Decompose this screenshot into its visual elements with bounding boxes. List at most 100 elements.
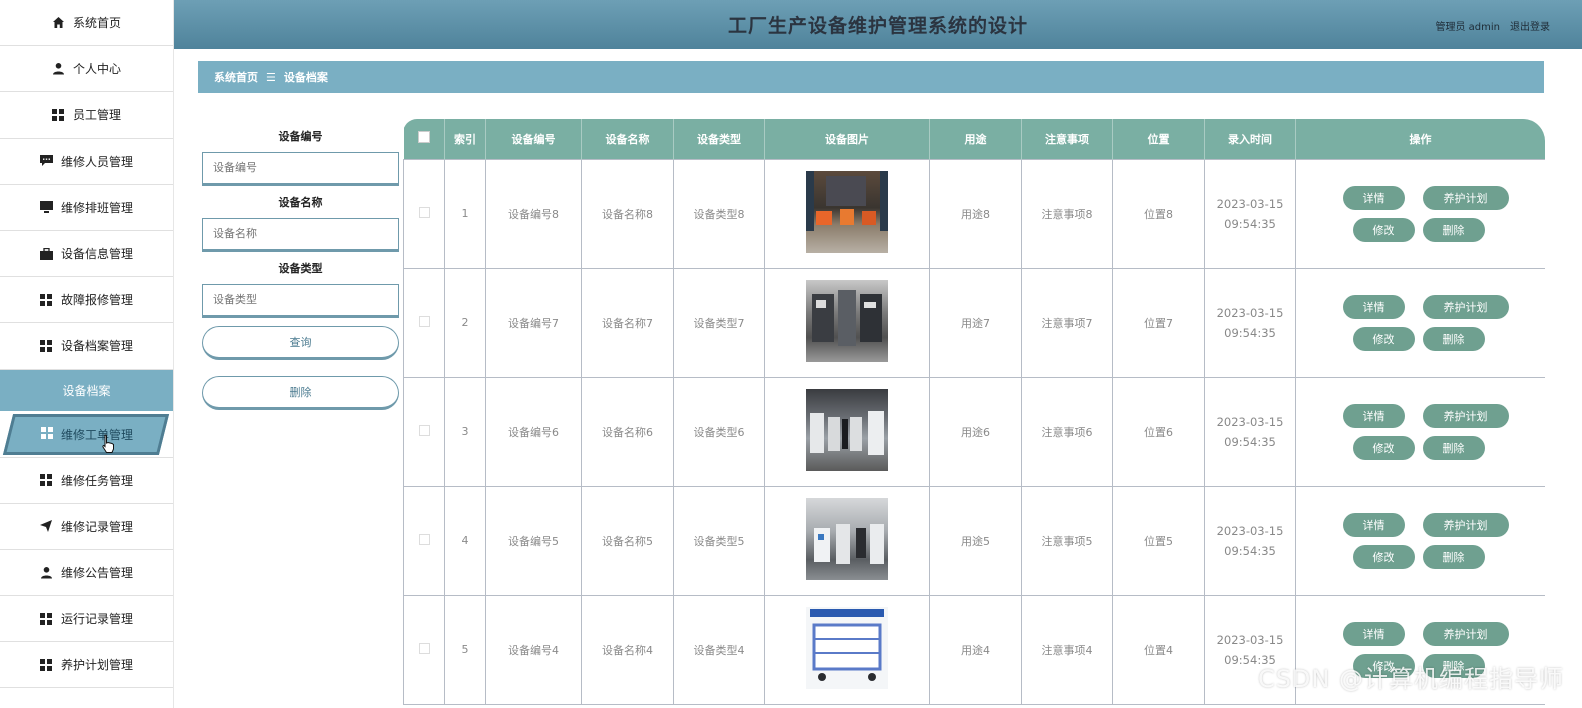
logout-link[interactable]: 退出登录 (1510, 18, 1550, 33)
delete-button[interactable]: 删除 (1422, 435, 1485, 460)
select-all-checkbox[interactable] (417, 131, 430, 144)
sidebar-subitem-label: 设备档案 (62, 383, 111, 398)
entry-date: 2023-03-15 (1216, 523, 1284, 538)
sidebar-item-staff[interactable]: 员工管理 (0, 92, 173, 139)
cell-index: 4 (444, 485, 486, 596)
search-panel: 设备编号 设备名称 设备类型 查询 删除 (202, 128, 399, 410)
col-device-image: 设备图片 (764, 119, 930, 159)
col-notes: 注意事项 (1021, 119, 1113, 159)
top-header: 工厂生产设备维护管理系统的设计 管理员 admin 退出登录 (174, 0, 1582, 49)
device-archive-table: 索引 设备编号 设备名称 设备类型 设备图片 用途 注意事项 位置 录入时间 操… (403, 119, 1545, 708)
cell-location: 位置7 (1112, 267, 1205, 378)
row-checkbox[interactable] (418, 424, 430, 436)
home-icon (52, 16, 65, 29)
detail-button[interactable]: 详情 (1342, 403, 1405, 428)
device-code-label: 设备编号 (278, 130, 323, 143)
grid-icon (40, 426, 53, 442)
user-area: 管理员 admin 退出登录 (1435, 18, 1550, 33)
row-checkbox[interactable] (418, 315, 430, 327)
col-location: 位置 (1112, 119, 1205, 159)
maintenance-plan-button[interactable]: 养护计划 (1422, 512, 1509, 537)
entry-clock: 09:54:35 (1224, 325, 1276, 340)
batch-delete-button[interactable]: 删除 (202, 376, 399, 410)
maintenance-plan-button[interactable]: 养护计划 (1422, 185, 1509, 210)
delete-button[interactable]: 删除 (1422, 326, 1485, 351)
sidebar-item-record[interactable]: 维修记录管理 (0, 504, 173, 550)
sidebar-item-repair-staff[interactable]: 维修人员管理 (0, 139, 173, 185)
row-checkbox[interactable] (418, 206, 430, 218)
col-device-type: 设备类型 (673, 119, 765, 159)
breadcrumb-home[interactable]: 系统首页 (214, 69, 258, 85)
sidebar-item-device-info[interactable]: 设备信息管理 (0, 231, 173, 278)
sidebar: 系统首页 个人中心 员工管理 维修人员管理 维修排班管理 设备信息管理 故障报修… (0, 0, 174, 708)
pointer-cursor-icon (102, 434, 114, 453)
maintenance-plan-button[interactable]: 养护计划 (1422, 403, 1509, 428)
detail-button[interactable]: 详情 (1342, 512, 1405, 537)
briefcase-icon (39, 247, 53, 260)
sidebar-item-fault[interactable]: 故障报修管理 (0, 277, 173, 324)
sidebar-item-label: 维修排班管理 (60, 200, 133, 215)
detail-button[interactable]: 详情 (1342, 294, 1405, 319)
sidebar-item-maintenance[interactable]: 养护计划管理 (0, 642, 173, 689)
edit-button[interactable]: 修改 (1352, 544, 1415, 569)
sidebar-item-home[interactable]: 系统首页 (0, 0, 173, 47)
row-checkbox[interactable] (418, 533, 430, 545)
device-code-input[interactable] (202, 152, 399, 186)
device-image-thumbnail[interactable] (806, 607, 888, 689)
entry-date: 2023-03-15 (1216, 414, 1284, 429)
device-image-thumbnail[interactable] (806, 389, 888, 471)
device-image-thumbnail[interactable] (806, 171, 888, 253)
edit-button[interactable]: 修改 (1352, 435, 1415, 460)
device-type-label: 设备类型 (278, 262, 323, 275)
maintenance-plan-button[interactable]: 养护计划 (1422, 621, 1509, 646)
device-name-input[interactable] (202, 218, 399, 252)
select-all-cell[interactable] (403, 119, 445, 159)
sidebar-subitem-archive[interactable]: 设备档案 (0, 369, 173, 411)
maintenance-plan-button[interactable]: 养护计划 (1422, 294, 1509, 319)
cell-type: 设备类型7 (673, 267, 765, 378)
cell-location: 位置4 (1112, 594, 1205, 705)
sidebar-item-task[interactable]: 维修任务管理 (0, 458, 173, 504)
edit-button[interactable]: 修改 (1352, 326, 1415, 351)
detail-button[interactable]: 详情 (1342, 621, 1405, 646)
edit-button[interactable]: 修改 (1352, 217, 1415, 242)
row-checkbox[interactable] (418, 642, 430, 654)
cell-code: 设备编号6 (485, 376, 582, 487)
cell-type: 设备类型6 (673, 376, 765, 487)
cell-notes: 注意事项5 (1021, 485, 1113, 596)
sidebar-item-label: 员工管理 (72, 108, 121, 123)
cell-use: 用途8 (929, 158, 1022, 269)
col-actions: 操作 (1295, 119, 1545, 159)
cell-code: 设备编号5 (485, 485, 582, 596)
sidebar-item-profile[interactable]: 个人中心 (0, 46, 173, 93)
sidebar-item-schedule[interactable]: 维修排班管理 (0, 185, 173, 231)
sidebar-item-label: 维修任务管理 (60, 473, 133, 488)
sidebar-item-label: 养护计划管理 (60, 658, 133, 673)
entry-date: 2023-03-15 (1216, 632, 1284, 647)
watermark: CSDN @计算机编程指导师 (1257, 665, 1564, 693)
sidebar-item-label: 维修记录管理 (60, 519, 133, 534)
cell-type: 设备类型5 (673, 485, 765, 596)
sidebar-item-device-archive[interactable]: 设备档案管理 (0, 323, 173, 370)
detail-button[interactable]: 详情 (1342, 185, 1405, 210)
col-use: 用途 (929, 119, 1022, 159)
delete-button[interactable]: 删除 (1422, 217, 1485, 242)
device-type-input[interactable] (202, 284, 399, 318)
device-image-thumbnail[interactable] (806, 498, 888, 580)
cell-notes: 注意事项7 (1021, 267, 1113, 378)
delete-button[interactable]: 删除 (1422, 544, 1485, 569)
entry-date: 2023-03-15 (1216, 196, 1284, 211)
sidebar-item-label: 系统首页 (72, 16, 121, 31)
device-image-thumbnail[interactable] (806, 280, 888, 362)
device-name-label: 设备名称 (278, 196, 323, 209)
sidebar-item-notice[interactable]: 维修公告管理 (0, 550, 173, 597)
col-entry-time: 录入时间 (1204, 119, 1296, 159)
cell-index: 5 (444, 594, 486, 705)
sidebar-item-run-record[interactable]: 运行记录管理 (0, 596, 173, 643)
sidebar-item-label: 维修工单管理 (60, 427, 133, 442)
sidebar-item-label: 维修公告管理 (60, 565, 133, 580)
cell-use: 用途7 (929, 267, 1022, 378)
col-index: 索引 (444, 119, 486, 159)
sidebar-item-work-order[interactable]: 维修工单管理 (0, 411, 173, 458)
query-button[interactable]: 查询 (202, 326, 399, 360)
